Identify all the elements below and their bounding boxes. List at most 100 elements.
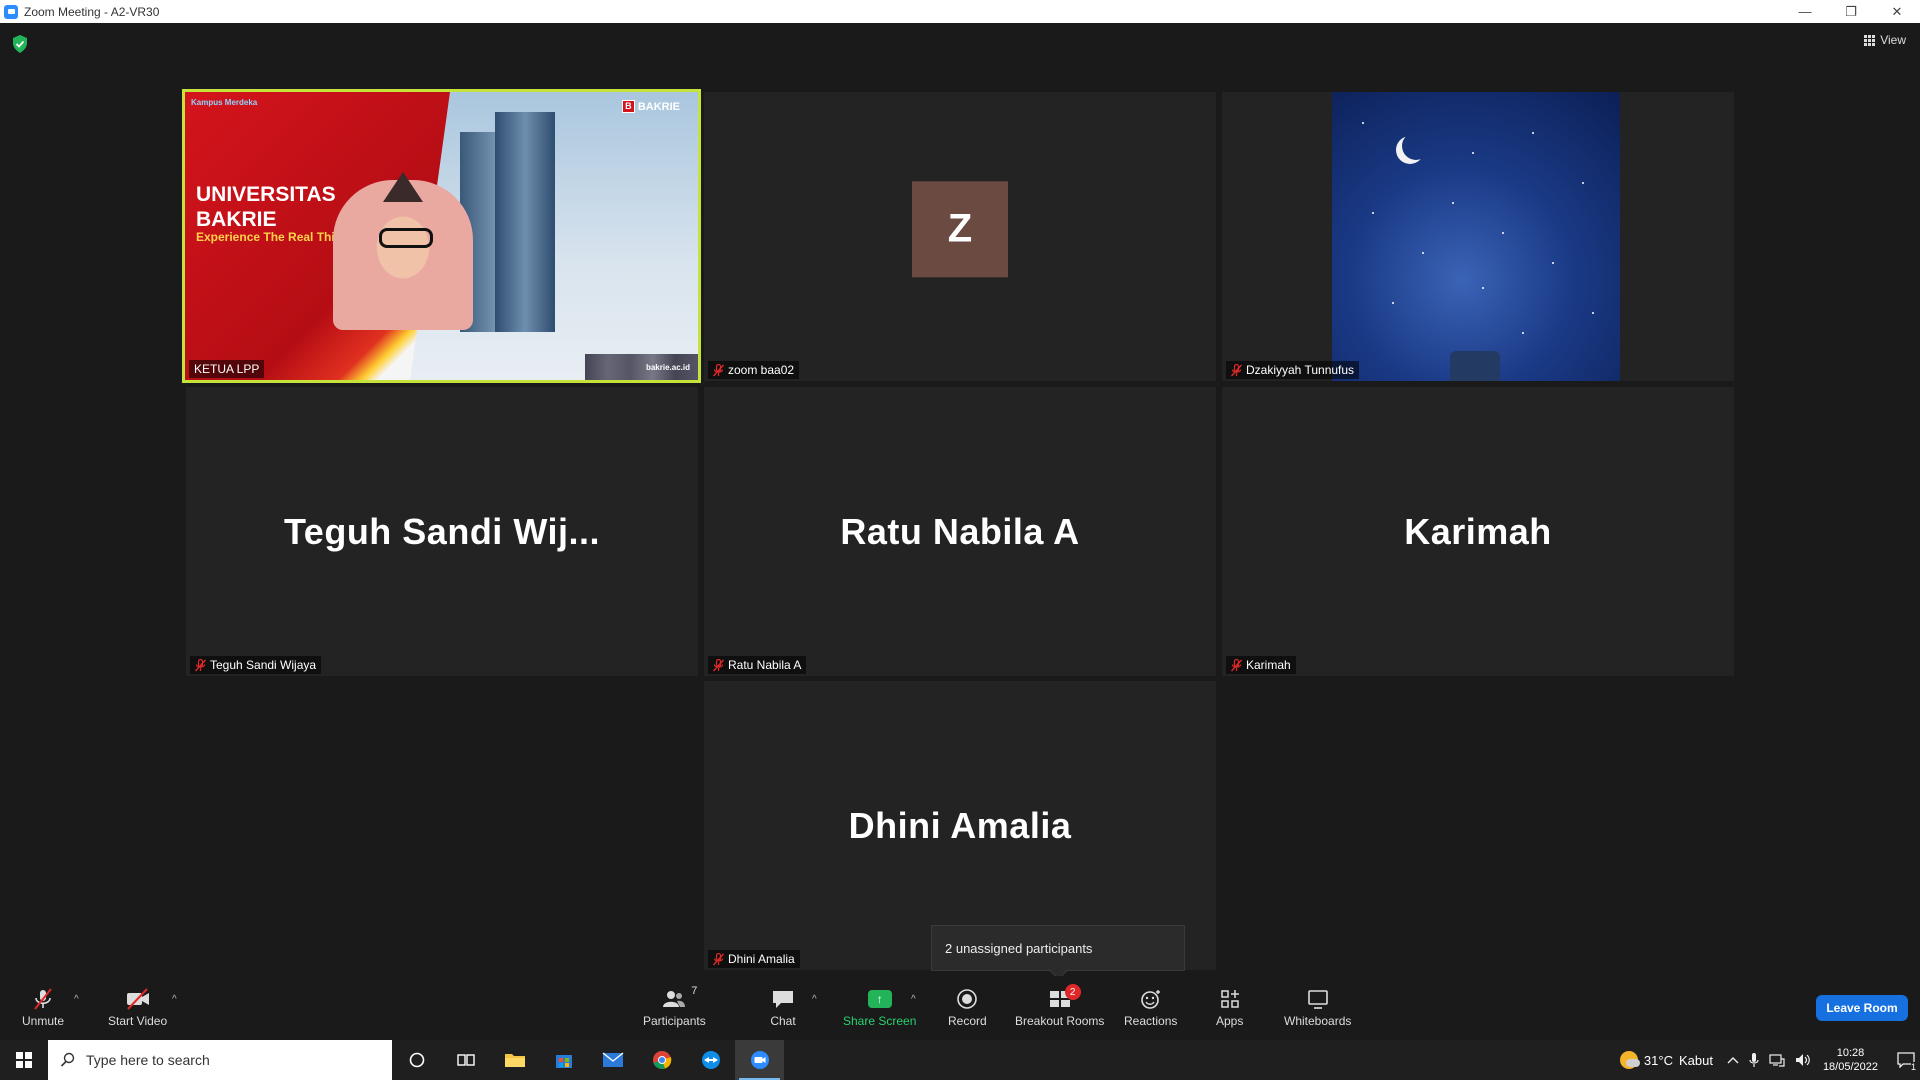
- mic-muted-icon: [713, 658, 724, 671]
- chat-label: Chat: [770, 1014, 796, 1028]
- participant-name: Teguh Sandi Wijaya: [210, 658, 317, 672]
- chrome-icon[interactable]: [637, 1040, 686, 1080]
- weather-description: Kabut: [1678, 1052, 1713, 1068]
- microphone-icon[interactable]: [1749, 1052, 1759, 1068]
- reactions-button[interactable]: Reactions: [1124, 988, 1177, 1028]
- unassigned-participants-tooltip: 2 unassigned participants: [931, 925, 1185, 971]
- file-explorer-icon[interactable]: [490, 1040, 539, 1080]
- show-hidden-icons-chevron-icon[interactable]: [1727, 1055, 1739, 1065]
- window-controls: — ❐ ✕: [1782, 0, 1920, 23]
- apps-icon: [1220, 990, 1239, 1008]
- network-icon[interactable]: [1769, 1053, 1785, 1067]
- weather-temperature: 31°C: [1643, 1052, 1673, 1068]
- participant-name: KETUA LPP: [194, 362, 260, 376]
- meeting-area: View Kampus Merdeka B BAKRIE UNIVERSITAS…: [0, 23, 1920, 976]
- participant-name: Karimah: [1246, 658, 1291, 672]
- avatar: Z: [912, 180, 1008, 277]
- apps-button[interactable]: Apps: [1216, 988, 1243, 1028]
- close-button[interactable]: ✕: [1874, 0, 1920, 23]
- cortana-icon[interactable]: [392, 1040, 441, 1080]
- leave-room-button[interactable]: Leave Room: [1816, 995, 1908, 1021]
- tray-icons: [1727, 1052, 1811, 1068]
- participant-name-tag: Karimah: [1226, 656, 1296, 674]
- participant-display-name: Dhini Amalia: [848, 804, 1072, 846]
- video-tile-dzakiyyah-tunnufus[interactable]: Dzakiyyah Tunnufus: [1222, 92, 1734, 381]
- share-screen-icon: ↑: [867, 990, 892, 1008]
- reactions-icon: [1140, 990, 1160, 1009]
- participants-icon: 7: [661, 985, 697, 1010]
- whiteboards-button[interactable]: Whiteboards: [1284, 988, 1351, 1028]
- weather-widget[interactable]: 31°C Kabut: [1619, 1051, 1713, 1069]
- participant-display-name: Karimah: [1404, 510, 1552, 552]
- whiteboard-icon: [1307, 990, 1328, 1009]
- participant-name: zoom baa02: [728, 363, 795, 377]
- taskbar-search-box[interactable]: Type here to search: [48, 1040, 392, 1080]
- night-sky-video: [1332, 92, 1620, 381]
- restore-button[interactable]: ❐: [1828, 0, 1874, 23]
- slide-title-line2: BAKRIE: [196, 208, 277, 231]
- task-view-icon[interactable]: [441, 1040, 490, 1080]
- mic-muted-icon: [713, 952, 724, 965]
- participant-name-tag: Teguh Sandi Wijaya: [190, 656, 322, 674]
- start-video-button[interactable]: Start Video: [108, 988, 167, 1028]
- participant-display-name: Teguh Sandi Wij...: [283, 510, 600, 552]
- participant-name-tag: Dzakiyyah Tunnufus: [1226, 361, 1360, 379]
- video-tile-karimah[interactable]: Karimah Karimah: [1222, 387, 1734, 676]
- slide-title: UNIVERSITAS BAKRIE: [196, 182, 336, 232]
- video-tile-ratu-nabila-a[interactable]: Ratu Nabila A Ratu Nabila A: [704, 387, 1216, 676]
- participant-name: Dhini Amalia: [728, 952, 795, 966]
- moon-image: [1402, 132, 1430, 160]
- mic-muted-icon: [34, 988, 52, 1010]
- clock-time: 10:28: [1836, 1047, 1865, 1059]
- zoom-app-icon: [4, 4, 18, 19]
- windows-logo-icon: [16, 1052, 32, 1068]
- start-button[interactable]: [0, 1040, 48, 1080]
- participant-display-name: Ratu Nabila A: [840, 510, 1080, 552]
- mic-muted-icon: [195, 658, 206, 671]
- apps-label: Apps: [1216, 1014, 1244, 1028]
- record-label: Record: [948, 1014, 987, 1028]
- breakout-rooms-badge: 2: [1064, 984, 1081, 1000]
- shield-check-icon[interactable]: [12, 35, 28, 53]
- unmute-label: Unmute: [22, 1014, 65, 1028]
- mic-muted-icon: [1231, 363, 1242, 376]
- video-tile-teguh-sandi-wijaya[interactable]: Teguh Sandi Wij... Teguh Sandi Wijaya: [186, 387, 698, 676]
- search-placeholder: Type here to search: [86, 1052, 210, 1068]
- participants-label: Participants: [643, 1014, 706, 1028]
- record-button[interactable]: Record: [948, 988, 987, 1028]
- bakrie-logo: B BAKRIE: [621, 100, 680, 113]
- bakrie-logo-text: BAKRIE: [637, 100, 680, 113]
- store-icon[interactable]: [539, 1040, 588, 1080]
- zoom-icon[interactable]: [735, 1040, 784, 1080]
- whiteboards-label: Whiteboards: [1284, 1014, 1352, 1028]
- teamviewer-icon[interactable]: [686, 1040, 735, 1080]
- grid-view-icon: [1864, 34, 1876, 46]
- chat-options-caret[interactable]: ^: [812, 994, 817, 1005]
- taskbar-apps: [392, 1040, 784, 1080]
- minimize-button[interactable]: —: [1782, 0, 1828, 23]
- slide-url: bakrie.ac.id: [645, 363, 690, 372]
- share-options-caret[interactable]: ^: [911, 994, 916, 1005]
- taskbar-clock[interactable]: 10:28 18/05/2022: [1823, 1046, 1878, 1074]
- volume-icon[interactable]: [1795, 1053, 1811, 1067]
- unmute-button[interactable]: Unmute: [22, 988, 64, 1028]
- participant-video: [333, 180, 473, 330]
- video-tile-ketua-lpp[interactable]: Kampus Merdeka B BAKRIE UNIVERSITAS BAKR…: [182, 89, 701, 383]
- share-screen-button[interactable]: ↑ Share Screen: [843, 988, 916, 1028]
- view-button[interactable]: View: [1864, 33, 1906, 47]
- windows-taskbar: Type here to search 31°C Kabut 10:28 18/…: [0, 1040, 1920, 1080]
- bakrie-logo-mark: B: [621, 100, 635, 113]
- video-options-caret[interactable]: ^: [172, 994, 177, 1005]
- window-title: Zoom Meeting - A2-VR30: [24, 4, 160, 19]
- video-tile-zoom-baa02[interactable]: Z zoom baa02: [704, 92, 1216, 381]
- breakout-rooms-button[interactable]: 2 Breakout Rooms: [1015, 984, 1104, 1028]
- participant-name: Dzakiyyah Tunnufus: [1246, 363, 1355, 377]
- chat-button[interactable]: Chat: [770, 988, 796, 1028]
- system-tray: 31°C Kabut 10:28 18/05/2022 1: [1619, 1040, 1920, 1080]
- participants-button[interactable]: 7 Participants: [643, 985, 706, 1028]
- notification-center-button[interactable]: 1: [1892, 1040, 1920, 1080]
- participant-name-tag: KETUA LPP: [189, 360, 265, 378]
- virtual-background: Kampus Merdeka B BAKRIE UNIVERSITAS BAKR…: [185, 92, 698, 380]
- audio-options-caret[interactable]: ^: [74, 994, 79, 1005]
- mail-icon[interactable]: [588, 1040, 637, 1080]
